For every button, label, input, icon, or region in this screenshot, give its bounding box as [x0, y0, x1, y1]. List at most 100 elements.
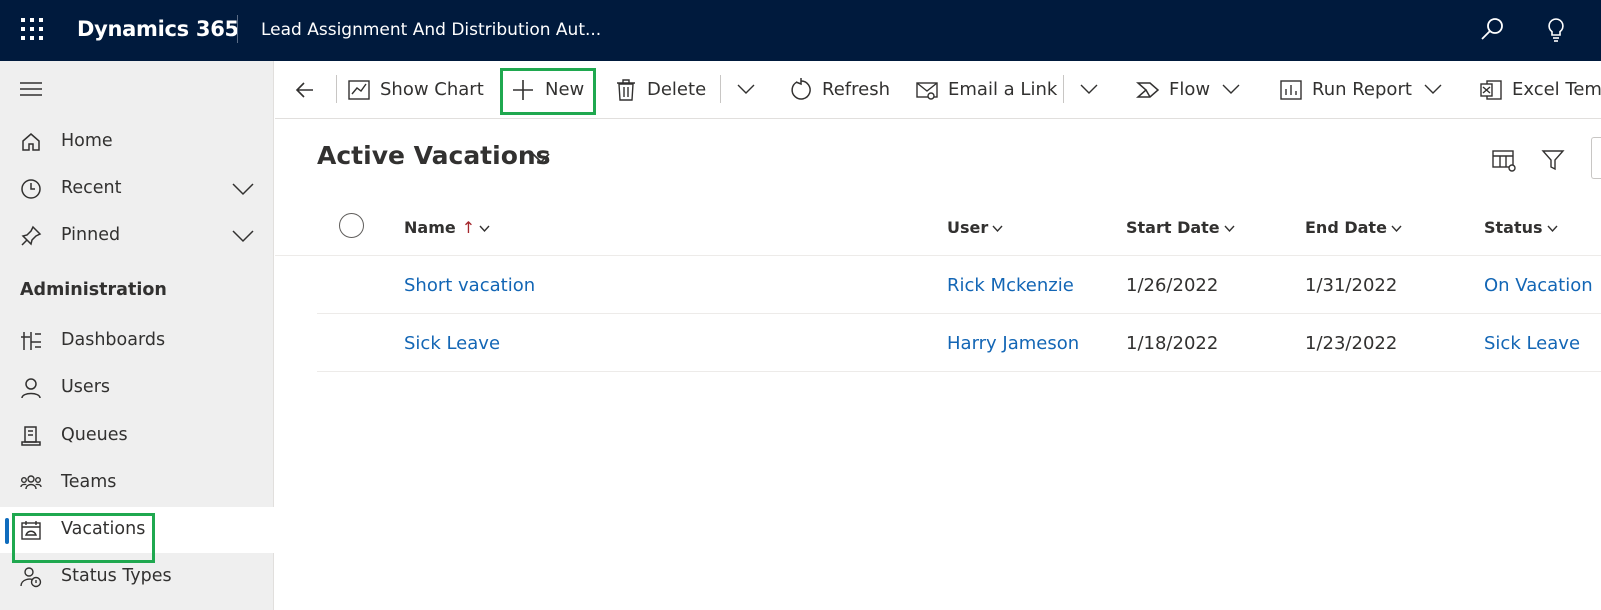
flow-button[interactable]: Flow — [1136, 61, 1211, 118]
sidebar-item-pinned[interactable]: Pinned — [0, 213, 274, 259]
sidebar-item-label: Status Types — [61, 566, 172, 586]
cell-name-link[interactable]: Sick Leave — [404, 333, 500, 354]
clock-icon — [21, 179, 41, 199]
sidebar-item-recent[interactable]: Recent — [0, 166, 274, 212]
sidebar-item-label: Users — [61, 377, 111, 397]
excel-templates-label: Excel Temp — [1512, 79, 1601, 100]
cell-end-date: 1/31/2022 — [1305, 275, 1398, 296]
cell-status-link[interactable]: Sick Leave — [1484, 333, 1580, 354]
chevron-down-icon[interactable] — [737, 83, 755, 95]
column-header-label: User — [947, 218, 989, 237]
app-launcher-icon[interactable] — [21, 18, 43, 40]
user-icon — [21, 378, 41, 399]
cell-start-date: 1/18/2022 — [1126, 333, 1219, 354]
search-box-edge[interactable] — [1591, 137, 1601, 179]
sidebar-item-label: Home — [61, 131, 113, 151]
command-bar: Show Chart New Delete Refresh Email a Li… — [275, 61, 1601, 119]
view-selector-chevron-icon[interactable] — [532, 152, 550, 164]
table-row[interactable]: Short vacation Rick Mckenzie 1/26/2022 1… — [317, 257, 1601, 314]
edit-columns-icon[interactable] — [1491, 147, 1517, 173]
excel-icon — [1480, 80, 1502, 100]
divider — [336, 75, 337, 103]
delete-button[interactable]: Delete — [614, 61, 706, 118]
filter-icon[interactable] — [1540, 147, 1566, 173]
flow-label: Flow — [1169, 79, 1211, 100]
view-title[interactable]: Active Vacations — [317, 141, 551, 170]
chart-icon — [348, 80, 370, 100]
email-link-icon — [916, 82, 938, 100]
table-row[interactable]: Sick Leave Harry Jameson 1/18/2022 1/23/… — [317, 315, 1601, 372]
sidebar-section-title: Administration — [20, 280, 167, 300]
show-chart-button[interactable]: Show Chart — [347, 61, 484, 118]
selected-indicator — [5, 518, 9, 544]
highlight-box-vacations — [12, 513, 155, 563]
highlight-box-new — [500, 68, 596, 115]
cell-name-link[interactable]: Short vacation — [404, 275, 535, 296]
refresh-label: Refresh — [822, 79, 890, 100]
show-chart-label: Show Chart — [380, 79, 484, 100]
column-header-name[interactable]: Name ↑ — [404, 218, 490, 237]
column-header-user[interactable]: User — [947, 218, 1003, 237]
column-header-label: Start Date — [1126, 218, 1220, 237]
run-report-label: Run Report — [1312, 79, 1412, 100]
refresh-button[interactable]: Refresh — [789, 61, 890, 118]
app-name[interactable]: Dynamics 365 — [77, 17, 239, 41]
cell-start-date: 1/26/2022 — [1126, 275, 1219, 296]
top-navigation-bar: Dynamics 365 Lead Assignment And Distrib… — [0, 0, 1601, 61]
run-report-button[interactable]: Run Report — [1279, 61, 1414, 118]
divider — [720, 75, 721, 103]
sidebar-item-label: Teams — [61, 472, 117, 492]
home-icon — [22, 133, 40, 151]
cell-user-link[interactable]: Harry Jameson — [947, 333, 1079, 354]
status-type-icon — [20, 567, 42, 588]
email-link-label: Email a Link — [948, 79, 1058, 100]
trash-icon — [617, 79, 635, 101]
divider — [1063, 75, 1064, 103]
column-header-end-date[interactable]: End Date — [1305, 218, 1402, 237]
delete-label: Delete — [647, 79, 707, 100]
app-title[interactable]: Lead Assignment And Distribution Aut... — [261, 20, 601, 40]
chevron-down-icon[interactable] — [232, 229, 254, 243]
chevron-down-icon — [1391, 225, 1402, 232]
chevron-down-icon[interactable] — [1222, 83, 1240, 95]
select-all-checkbox[interactable] — [339, 213, 364, 238]
chevron-down-icon — [1224, 225, 1235, 232]
lightbulb-icon[interactable] — [1540, 14, 1572, 46]
sidebar-item-teams[interactable]: Teams — [0, 460, 274, 506]
sidebar-item-label: Queues — [61, 425, 128, 445]
hamburger-menu-icon[interactable] — [20, 81, 42, 97]
column-header-status[interactable]: Status — [1484, 218, 1558, 237]
sidebar-item-users[interactable]: Users — [0, 365, 274, 411]
refresh-icon — [791, 78, 811, 100]
sidebar-item-queues[interactable]: Queues — [0, 413, 274, 459]
divider — [237, 15, 238, 43]
email-link-button[interactable]: Email a Link — [915, 61, 1058, 118]
dashboard-icon — [21, 332, 41, 350]
sidebar-item-label: Recent — [61, 178, 122, 198]
report-icon — [1280, 80, 1302, 100]
back-arrow-icon[interactable] — [293, 61, 317, 118]
chevron-down-icon[interactable] — [1080, 83, 1098, 95]
sidebar-item-dashboards[interactable]: Dashboards — [0, 318, 274, 364]
cell-user-link[interactable]: Rick Mckenzie — [947, 275, 1074, 296]
column-header-label: End Date — [1305, 218, 1387, 237]
queue-icon — [21, 426, 41, 446]
pin-icon — [21, 225, 42, 246]
sidebar-item-label: Dashboards — [61, 330, 166, 350]
chevron-down-icon — [992, 225, 1003, 232]
chevron-down-icon — [479, 225, 490, 232]
column-header-start-date[interactable]: Start Date — [1126, 218, 1235, 237]
column-header-label: Status — [1484, 218, 1543, 237]
chevron-down-icon — [1547, 225, 1558, 232]
sidebar-item-label: Pinned — [61, 225, 121, 245]
cell-status-link[interactable]: On Vacation — [1484, 275, 1593, 296]
chevron-down-icon[interactable] — [232, 182, 254, 196]
chevron-down-icon[interactable] — [1424, 83, 1442, 95]
flow-icon — [1136, 82, 1160, 98]
team-icon — [20, 475, 42, 490]
sort-ascending-icon: ↑ — [461, 218, 476, 237]
column-header-label: Name — [404, 218, 456, 237]
sidebar-item-home[interactable]: Home — [0, 119, 274, 165]
excel-templates-button[interactable]: Excel Temp — [1479, 61, 1601, 118]
search-icon[interactable] — [1476, 14, 1508, 46]
